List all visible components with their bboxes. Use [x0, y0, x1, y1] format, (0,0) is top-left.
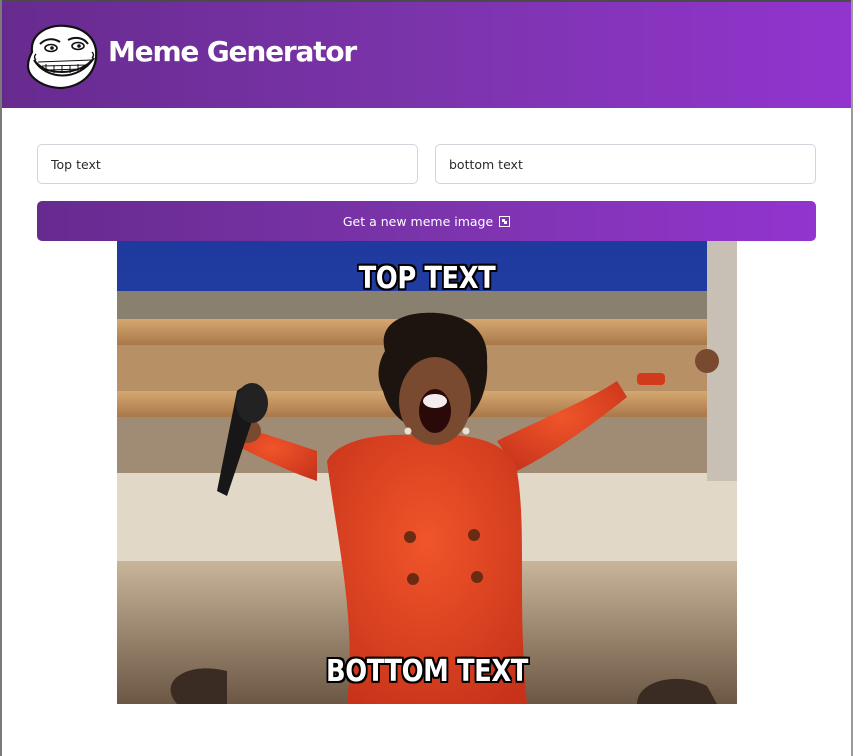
top-text-input[interactable]: [37, 144, 418, 184]
troll-face-icon: [26, 24, 98, 90]
frame-picture-icon: [499, 215, 511, 227]
window-left-border: [0, 0, 2, 756]
meme-top-text: Top text: [358, 261, 496, 296]
meme-bottom-text: Bottom text: [326, 654, 528, 689]
get-new-meme-label: Get a new meme image: [342, 213, 494, 229]
meme-photo: [117, 241, 737, 704]
bottom-text-input[interactable]: [435, 144, 816, 184]
app-header: Meme Generator: [2, 2, 851, 108]
get-new-meme-button[interactable]: Get a new meme image: [37, 201, 816, 241]
app-title: Meme Generator: [108, 35, 357, 68]
meme-image: Top text Bottom text: [117, 241, 737, 704]
